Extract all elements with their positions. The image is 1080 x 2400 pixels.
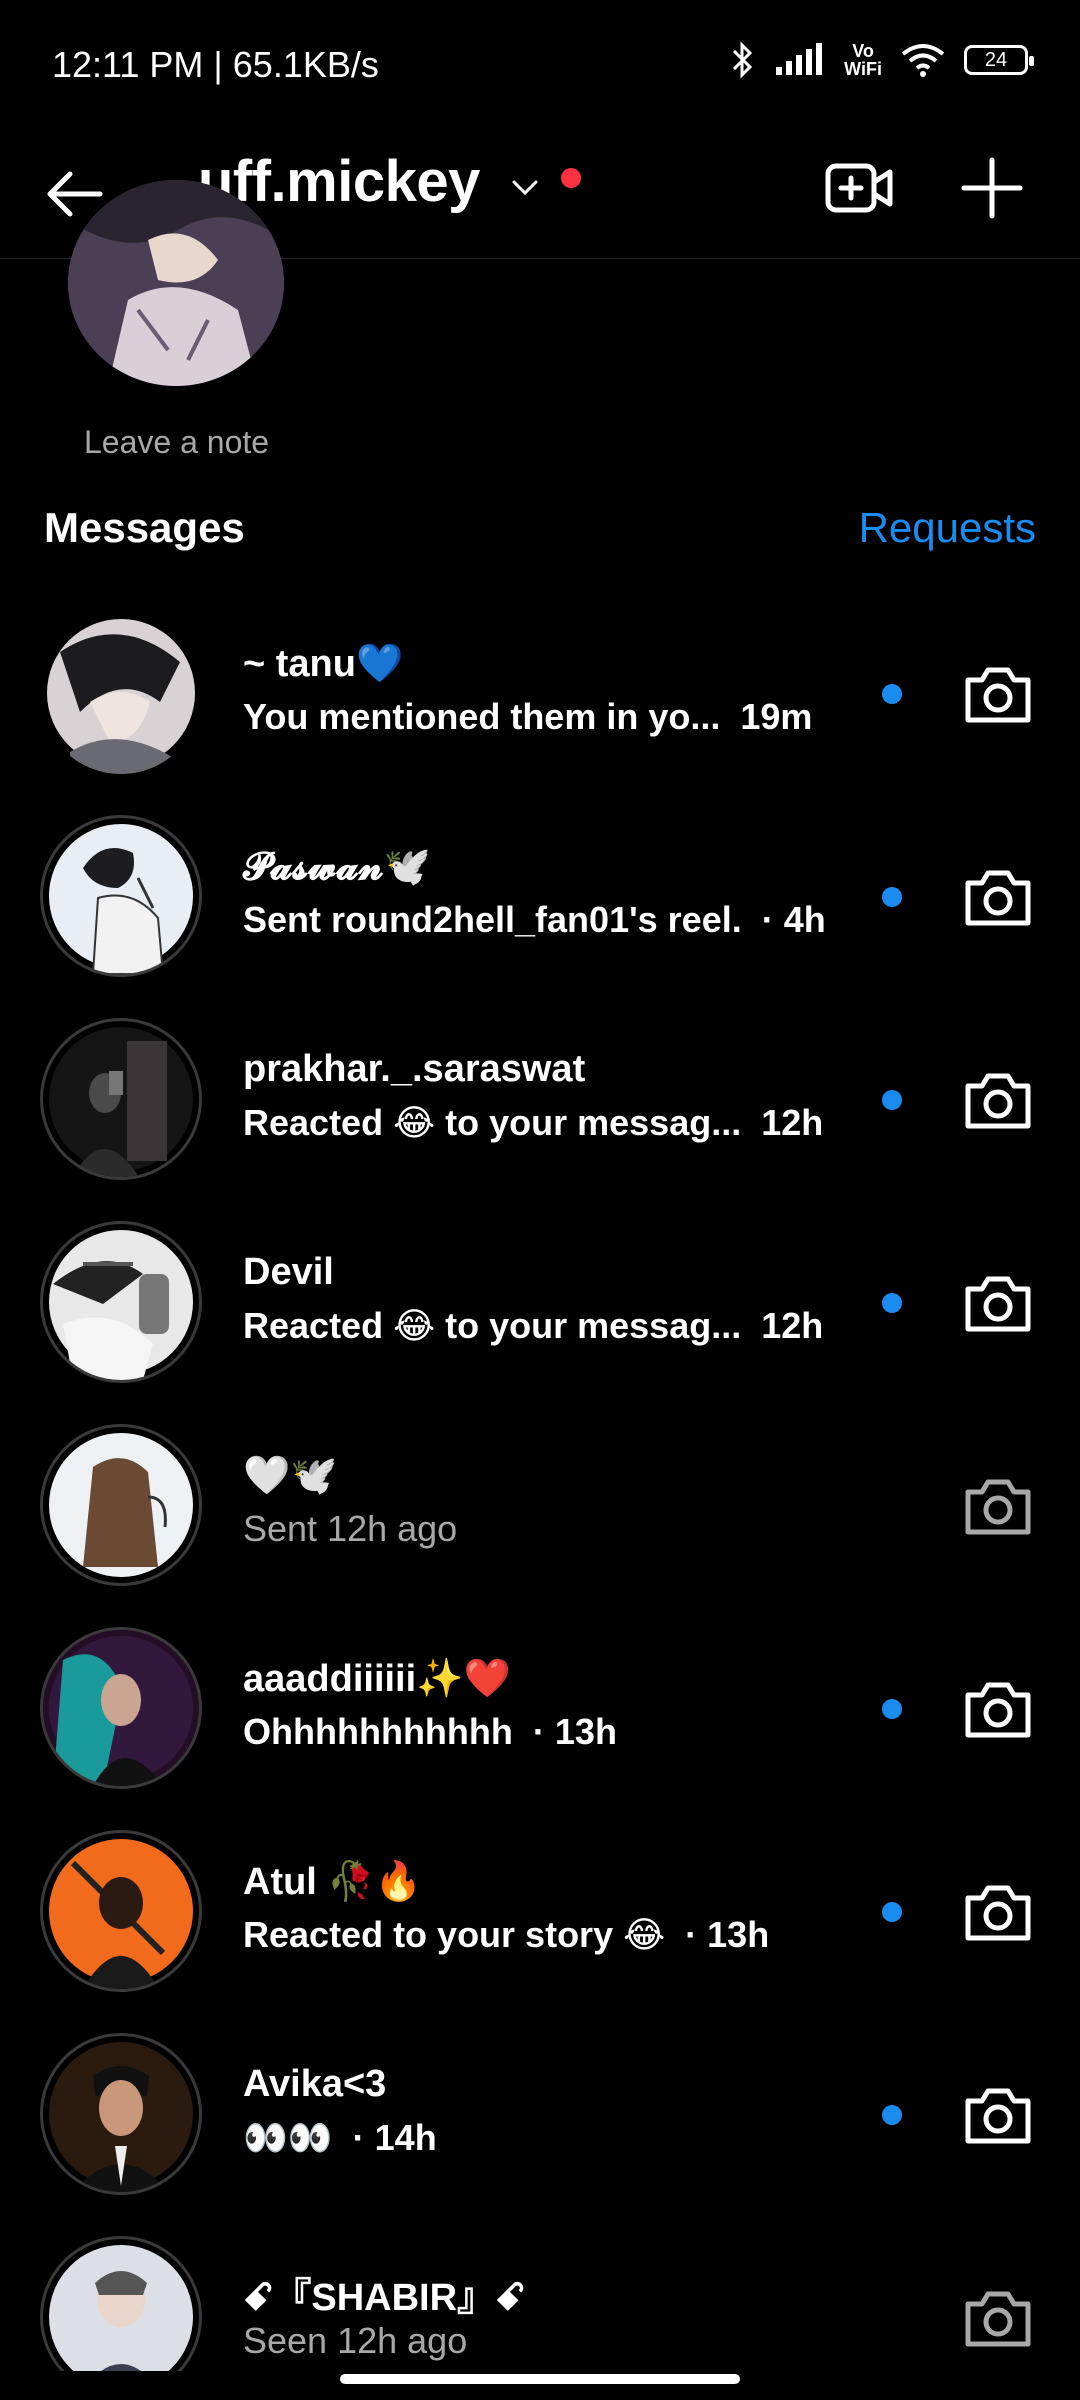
unread-dot <box>882 1293 902 1313</box>
conversation-preview: Reacted 😂 to your messag... 12h <box>243 1102 843 1144</box>
avatar[interactable] <box>40 2236 202 2371</box>
camera-icon[interactable] <box>962 1474 1034 1538</box>
vowifi-bottom-label: WiFi <box>844 59 882 79</box>
timestamp: 19m <box>740 696 813 737</box>
status-bar: 12:11 PM | 65.1KB/s Vo WiFi 24 <box>0 0 1080 130</box>
timestamp: 12h <box>761 1305 824 1346</box>
avatar[interactable] <box>40 1830 202 1992</box>
avatar[interactable] <box>40 612 202 774</box>
preview-text: Reacted to your story 😂 <box>243 1914 666 1955</box>
chevron-down-icon[interactable] <box>508 170 542 204</box>
preview-text: Reacted 😂 to your messag... <box>243 1305 742 1346</box>
bluetooth-icon <box>733 41 753 79</box>
conversation-name: prakhar._.saraswat <box>243 1048 586 1090</box>
conversation-row[interactable]: Avika<3 👀👀 · 14h <box>0 2013 1080 2216</box>
camera-icon[interactable] <box>962 1880 1034 1944</box>
conversation-name: Avika<3 <box>243 2063 387 2105</box>
avatar[interactable] <box>40 1221 202 1383</box>
conversation-row[interactable]: ꗃ『SHABIR』ꗃ Seen 12h ago <box>0 2216 1080 2371</box>
conversation-list: ~ tanu💙 You mentioned them in yo... 19m 𝓟… <box>0 592 1080 2371</box>
notification-dot <box>561 168 581 188</box>
messages-heading: Messages <box>44 504 245 551</box>
vowifi-top-label: Vo <box>852 41 874 61</box>
conversation-preview: Reacted 😂 to your messag... 12h <box>243 1305 843 1347</box>
timestamp: · 13h <box>532 1711 617 1752</box>
camera-icon[interactable] <box>962 2286 1034 2350</box>
conversation-preview: Sent 12h ago <box>243 1508 843 1550</box>
unread-dot <box>882 1699 902 1719</box>
camera-icon[interactable] <box>962 1677 1034 1741</box>
note-avatar[interactable] <box>68 180 284 386</box>
timestamp: 12h <box>761 1102 824 1143</box>
conversation-row[interactable]: aaaddiiiiii✨❤️ Ohhhhhhhhhhh · 13h <box>0 1607 1080 1810</box>
home-indicator[interactable] <box>340 2374 740 2384</box>
conversation-name: Atul 🥀🔥 <box>243 1861 423 1903</box>
conversation-row[interactable]: prakhar._.saraswat Reacted 😂 to your mes… <box>0 998 1080 1201</box>
conversation-row[interactable]: ~ tanu💙 You mentioned them in yo... 19m <box>0 592 1080 795</box>
conversation-preview: You mentioned them in yo... 19m <box>243 696 843 738</box>
unread-dot <box>882 2105 902 2125</box>
plus-icon[interactable] <box>956 152 1028 224</box>
timestamp: · 14h <box>352 2117 437 2158</box>
avatar-image <box>68 180 284 386</box>
requests-link[interactable]: Requests <box>859 504 1036 552</box>
leave-note-label[interactable]: Leave a note <box>84 424 269 461</box>
preview-text: Sent 12h ago <box>243 1508 458 1549</box>
signal-icon <box>776 43 823 75</box>
video-call-icon[interactable] <box>824 152 896 224</box>
conversation-name: aaaddiiiiii✨❤️ <box>243 1658 511 1700</box>
avatar[interactable] <box>40 2033 202 2195</box>
camera-icon[interactable] <box>962 662 1034 726</box>
avatar[interactable] <box>40 1424 202 1586</box>
conversation-name: Devil <box>243 1251 334 1293</box>
avatar[interactable] <box>40 815 202 977</box>
battery-icon: 24 <box>964 45 1034 75</box>
conversation-row[interactable]: Devil Reacted 😂 to your messag... 12h <box>0 1201 1080 1404</box>
preview-text: 👀👀 <box>243 2117 333 2158</box>
unread-dot <box>882 684 902 704</box>
unread-dot <box>882 1902 902 1922</box>
status-time: 12:11 PM | 65.1KB/s <box>52 44 379 85</box>
conversation-preview: Reacted to your story 😂 · 13h <box>243 1914 843 1956</box>
camera-icon[interactable] <box>962 1271 1034 1335</box>
vowifi-icon: Vo WiFi <box>844 42 882 78</box>
conversation-row[interactable]: Atul 🥀🔥 Reacted to your story 😂 · 13h <box>0 1810 1080 2013</box>
unread-dot <box>882 887 902 907</box>
timestamp: · 4h <box>761 899 826 940</box>
preview-text: Sent round2hell_fan01's reel. <box>243 899 742 940</box>
preview-text: Reacted 😂 to your messag... <box>243 1102 742 1143</box>
conversation-preview: Ohhhhhhhhhhh · 13h <box>243 1711 843 1753</box>
camera-icon[interactable] <box>962 865 1034 929</box>
conversation-row[interactable]: 🤍🕊️ Sent 12h ago <box>0 1404 1080 1607</box>
wifi-icon <box>901 44 945 77</box>
preview-text: Seen 12h ago <box>243 2320 468 2361</box>
conversation-preview: 👀👀 · 14h <box>243 2117 843 2159</box>
preview-text: You mentioned them in yo... <box>243 696 721 737</box>
camera-icon[interactable] <box>962 2083 1034 2147</box>
conversation-name: 🤍🕊️ <box>243 1455 338 1497</box>
conversation-row[interactable]: 𝓟𝓪𝓼𝔀𝓪𝓷🕊️ Sent round2hell_fan01's reel. · … <box>0 795 1080 998</box>
battery-level: 24 <box>984 48 1008 71</box>
unread-dot <box>882 1090 902 1110</box>
conversation-name: ꗃ『SHABIR』ꗃ <box>243 2277 526 2319</box>
conversation-preview: Seen 12h ago <box>243 2320 843 2362</box>
timestamp: · 13h <box>685 1914 770 1955</box>
conversation-preview: Sent round2hell_fan01's reel. · 4h <box>243 899 843 941</box>
status-icons: Vo WiFi 24 <box>730 40 1034 80</box>
camera-icon[interactable] <box>962 1068 1034 1132</box>
conversation-name: 𝓟𝓪𝓼𝔀𝓪𝓷🕊️ <box>243 846 431 888</box>
conversation-name: ~ tanu💙 <box>243 643 404 685</box>
avatar[interactable] <box>40 1018 202 1180</box>
preview-text: Ohhhhhhhhhhh <box>243 1711 513 1752</box>
avatar[interactable] <box>40 1627 202 1789</box>
